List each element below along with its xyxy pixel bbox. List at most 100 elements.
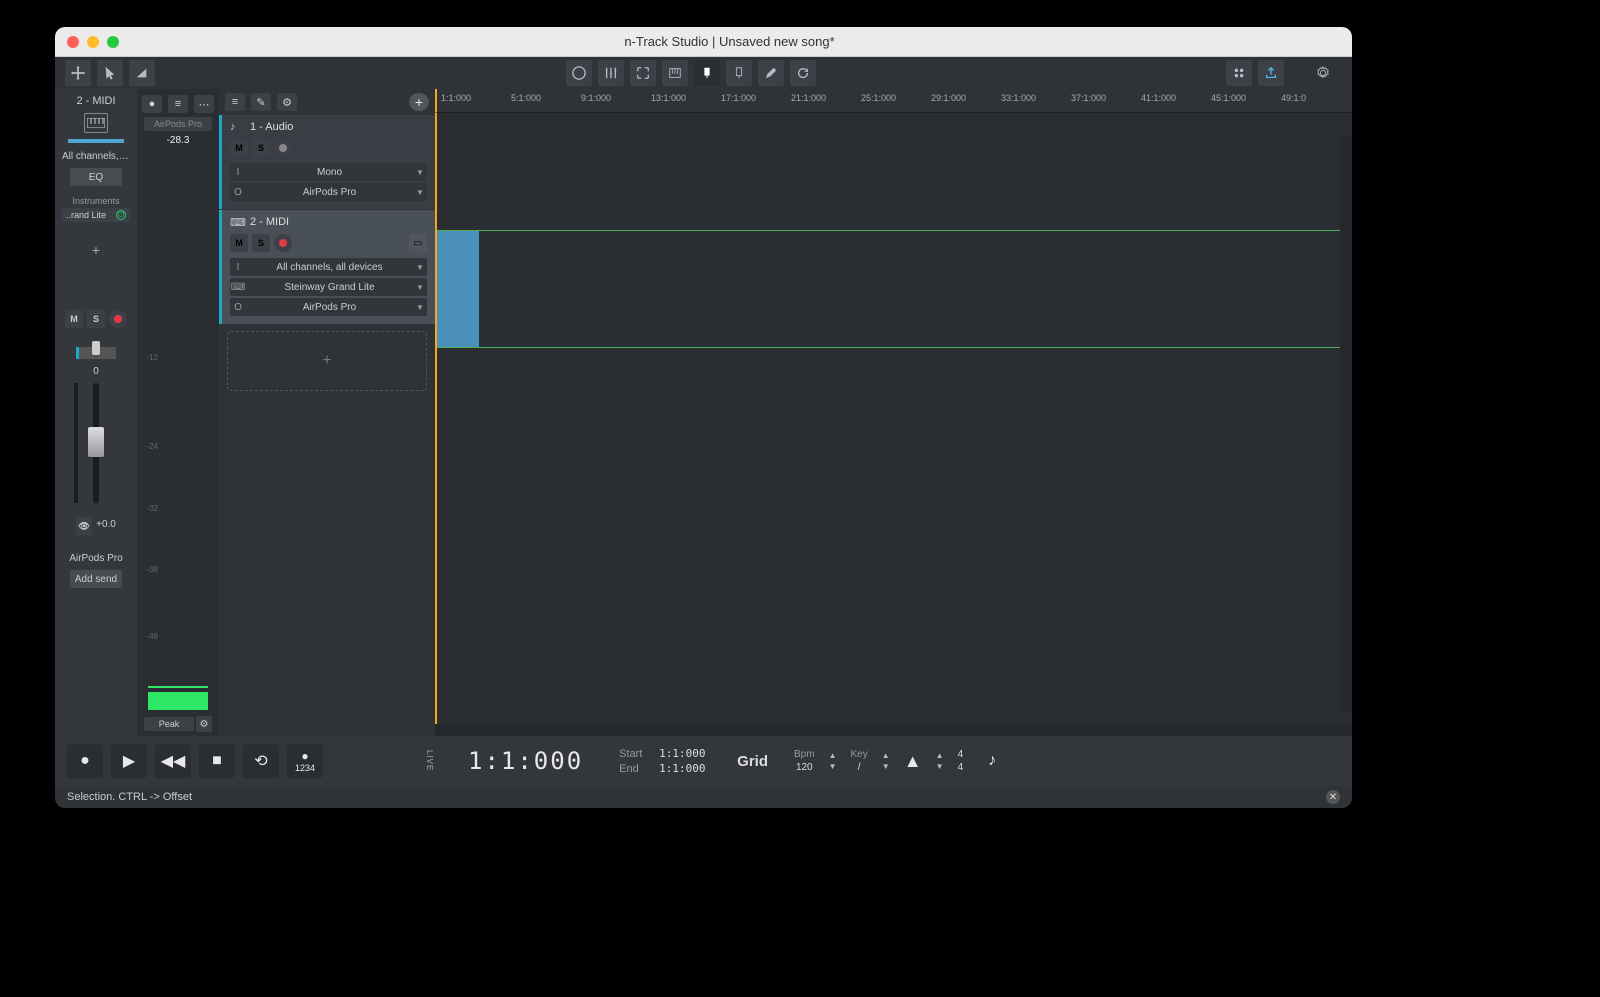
minimize-icon[interactable]	[87, 36, 99, 48]
selection-range[interactable]: Start1:1:000 End1:1:000	[619, 747, 709, 775]
share-button[interactable]	[1258, 60, 1284, 86]
track-mute[interactable]: M	[230, 234, 248, 252]
content-area: 2 - MIDI All channels, a... EQ Instrumen…	[55, 89, 1352, 736]
pan-value: 0	[93, 366, 99, 377]
midi-clip[interactable]	[437, 231, 479, 347]
plugins-button[interactable]	[1226, 60, 1252, 86]
note-value-icon[interactable]: ♪	[977, 744, 1007, 778]
track-input[interactable]: IMono▼	[230, 163, 427, 181]
track-arm[interactable]	[274, 139, 292, 157]
track-solo[interactable]: S	[252, 234, 270, 252]
fullscreen-button[interactable]	[630, 60, 656, 86]
midi-instrument[interactable]: ⌨Steinway Grand Lite▼	[230, 278, 427, 296]
level-meter: -12 -24 -32 -38 -48	[144, 152, 212, 710]
app-window: n-Track Studio | Unsaved new song* 2 - M…	[55, 27, 1352, 808]
add-track-placeholder[interactable]: +	[227, 331, 427, 391]
meter-gear-icon[interactable]: ⚙	[196, 716, 212, 732]
peak-button[interactable]: Peak	[144, 717, 194, 731]
track-name: 2 - MIDI	[250, 216, 289, 228]
rewind-button[interactable]: ◀◀	[155, 744, 191, 778]
track-output[interactable]: OAirPods Pro▼	[230, 183, 427, 201]
close-icon[interactable]	[67, 36, 79, 48]
horizontal-scrollbar[interactable]	[435, 724, 1352, 736]
loop-button[interactable]: ⟲	[243, 744, 279, 778]
add-track-button[interactable]: +	[409, 93, 429, 111]
track-mute[interactable]: M	[230, 139, 248, 157]
arm-button[interactable]	[109, 310, 127, 328]
strip-output[interactable]: AirPods Pro	[62, 553, 130, 564]
track-1[interactable]: ♪ 1 - Audio M S IMono▼ OAirPods Pro▼	[219, 115, 435, 209]
track-panel: ≡ ✎ ⚙ + ♪ 1 - Audio M S IMono▼ OAirPods …	[219, 89, 435, 736]
status-bar: Selection. CTRL -> Offset ✕	[55, 786, 1352, 808]
meter-more-icon[interactable]: ⋯	[194, 95, 214, 113]
marker1-button[interactable]	[694, 60, 720, 86]
midi-input[interactable]: IAll channels, all devices▼	[230, 258, 427, 276]
ruler[interactable]: 1:1:000 5:1:000 9:1:000 13:1:000 17:1:00…	[435, 89, 1352, 113]
tp-gear-icon[interactable]: ⚙	[277, 93, 297, 111]
time-signature[interactable]: 44	[958, 749, 964, 773]
input-meter: ● ≡ ⋯ AirPods Pro -28.3 -12 -24 -32 -38 …	[137, 89, 219, 736]
key-stepper[interactable]: ▲▼	[882, 751, 890, 771]
record-button[interactable]: ●	[67, 744, 103, 778]
add-send-button[interactable]: Add send	[70, 570, 122, 588]
strip-channels[interactable]: All channels, a...	[62, 151, 130, 162]
toolbar	[55, 57, 1352, 89]
grid-button[interactable]: Grid	[737, 753, 768, 770]
midi-icon: ⌨	[230, 216, 244, 228]
play-button[interactable]: ▶	[111, 744, 147, 778]
move-tool[interactable]	[65, 60, 91, 86]
monitor-pan: +0.0	[96, 519, 116, 533]
bpm-stepper[interactable]: ▲▼	[829, 751, 837, 771]
lane-1[interactable]	[437, 113, 1340, 230]
metronome-icon[interactable]: ▲	[898, 744, 928, 778]
power-icon[interactable]: ⏻	[116, 210, 126, 220]
pointer-tool[interactable]	[97, 60, 123, 86]
mute-button[interactable]: M	[65, 310, 83, 328]
zoom-icon[interactable]	[107, 36, 119, 48]
tp-menu1-icon[interactable]: ≡	[225, 93, 245, 111]
track-arm[interactable]	[274, 234, 292, 252]
mixer-button[interactable]	[598, 60, 624, 86]
stop-button[interactable]: ■	[199, 744, 235, 778]
fader[interactable]	[66, 383, 126, 513]
live-label: LIVE	[425, 750, 434, 771]
info-button[interactable]	[566, 60, 592, 86]
meter-device[interactable]: AirPods Pro	[144, 117, 212, 131]
channel-strip: 2 - MIDI All channels, a... EQ Instrumen…	[55, 89, 137, 736]
piano-button[interactable]	[662, 60, 688, 86]
track-solo[interactable]: S	[252, 139, 270, 157]
tp-automation-icon[interactable]: ✎	[251, 93, 271, 111]
meter-rec-icon[interactable]: ●	[142, 95, 162, 113]
meter-db: -28.3	[167, 135, 190, 146]
add-insert[interactable]: +	[92, 242, 100, 258]
time-display[interactable]: 1:1:000	[468, 747, 583, 775]
gear-icon[interactable]	[1310, 60, 1336, 86]
countin-button[interactable]: ●1234	[287, 744, 323, 778]
track-expand-icon[interactable]: ▭	[409, 234, 427, 252]
lane-2[interactable]	[437, 230, 1340, 348]
draw-button[interactable]	[758, 60, 784, 86]
arrangement-area[interactable]	[435, 113, 1352, 724]
solo-button[interactable]: S	[87, 310, 105, 328]
vertical-scrollbar[interactable]	[1340, 137, 1352, 712]
instruments-label: Instruments	[72, 196, 119, 206]
status-close-icon[interactable]: ✕	[1326, 790, 1340, 804]
pan-slider[interactable]	[76, 338, 116, 358]
track-name: 1 - Audio	[250, 121, 293, 133]
monitor-icon[interactable]: 👁	[76, 517, 92, 535]
meter-menu-icon[interactable]: ≡	[168, 95, 188, 113]
eq-button[interactable]: EQ	[70, 168, 122, 186]
fade-tool[interactable]	[129, 60, 155, 86]
track-2[interactable]: ⌨ 2 - MIDI M S ▭ IAll channels, all devi…	[219, 210, 435, 324]
transport-bar: ● ▶ ◀◀ ■ ⟲ ●1234 LIVE 1:1:000 Start1:1:0…	[55, 736, 1352, 786]
keyboard-icon[interactable]	[84, 113, 108, 133]
bpm-display[interactable]: Bpm120	[794, 749, 815, 773]
key-display[interactable]: Key/	[850, 749, 867, 773]
audio-icon: ♪	[230, 121, 244, 133]
refresh-button[interactable]	[790, 60, 816, 86]
strip-color-bar	[68, 139, 124, 143]
ts-stepper[interactable]: ▲▼	[936, 751, 944, 771]
instrument-slot[interactable]: ..rand Lite ⏻	[62, 208, 130, 222]
midi-output[interactable]: OAirPods Pro▼	[230, 298, 427, 316]
marker2-button[interactable]	[726, 60, 752, 86]
